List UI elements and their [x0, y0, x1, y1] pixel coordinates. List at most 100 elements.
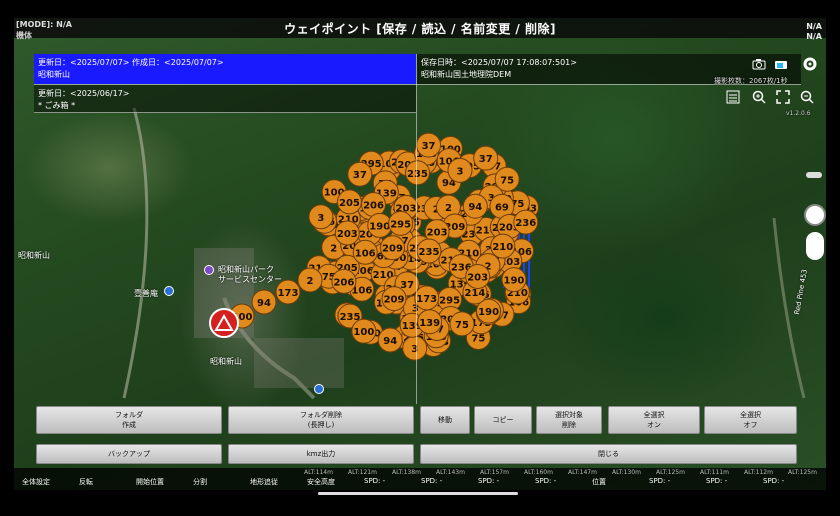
fit-screen-icon[interactable]	[776, 90, 790, 107]
waypoint-number: 173	[278, 288, 299, 299]
bottom-nav-item[interactable]: 反転	[79, 477, 93, 487]
bottom-nav-item[interactable]: SPD: -	[706, 477, 727, 485]
altitude-label: ALT:121m	[348, 469, 377, 476]
waypoint-marker[interactable]: 75	[449, 311, 475, 337]
waypoint-marker[interactable]: 3	[447, 157, 473, 183]
waypoint-number: 37	[353, 170, 367, 181]
home-indicator[interactable]	[318, 492, 518, 495]
waypoint-marker[interactable]: 209	[379, 235, 405, 261]
waypoint-marker[interactable]: 209	[381, 286, 407, 312]
bottom-nav-item[interactable]: SPD: -	[364, 477, 385, 485]
shot-count-label: 撮影枚数：2067枚/1秒	[714, 77, 788, 85]
folder-create-button[interactable]: フォルダ 作成	[36, 406, 222, 434]
bottom-nav-item[interactable]: SPD: -	[421, 477, 442, 485]
waypoint-marker[interactable]: 210	[490, 233, 516, 259]
shutter-button[interactable]	[804, 204, 826, 226]
poi-park-icon	[204, 265, 214, 275]
waypoint-marker[interactable]: 190	[501, 267, 527, 293]
select-all-on-button[interactable]: 全選択 オン	[608, 406, 700, 434]
bottom-nav-item[interactable]: SPD: -	[478, 477, 499, 485]
folder-item-showa[interactable]: 更新日：<2025/07/07> 作成日：<2025/07/07> 昭和新山	[34, 54, 416, 84]
move-button[interactable]: 移動	[420, 406, 470, 434]
bottom-nav-item[interactable]: 安全高度	[307, 477, 335, 487]
waypoint-marker[interactable]: 3	[308, 204, 334, 230]
waypoint-marker[interactable]: 235	[404, 160, 430, 186]
copy-button[interactable]: コピー	[474, 406, 532, 434]
waypoint-marker[interactable]: 173	[414, 285, 440, 311]
waypoint-number: 94	[383, 336, 397, 347]
close-button[interactable]: 閉じる	[420, 444, 797, 464]
bottom-nav-item[interactable]: 全体設定	[22, 477, 50, 487]
page-title: ウェイポイント [保存 / 読込 / 名前変更 / 削除]	[284, 21, 556, 36]
folder-item-trash[interactable]: 更新日：<2025/06/17> * ごみ箱 *	[34, 85, 416, 113]
waypoint-marker[interactable]: 190	[367, 212, 393, 238]
waypoint-number: 2	[330, 243, 337, 254]
kmz-export-button[interactable]: kmz出力	[228, 444, 414, 464]
waypoint-number: 205	[339, 198, 360, 209]
waypoint-marker[interactable]: 203	[334, 220, 360, 246]
folder-dates: 更新日：<2025/07/07> 作成日：<2025/07/07>	[38, 58, 224, 67]
waypoint-marker[interactable]: 2	[297, 267, 323, 293]
button-label: (長押し)	[307, 421, 335, 429]
waypoint-number: 295	[390, 219, 411, 230]
waypoint-number: 209	[382, 244, 403, 255]
bottom-nav-bar: 全体設定 反転 開始位置 分割 地形追従 安全高度 SPD: - SPD: - SPD: - SP…	[14, 468, 826, 490]
camera-icon[interactable]	[752, 58, 766, 73]
bottom-nav-item[interactable]: SPD: -	[535, 477, 556, 485]
home-point-marker[interactable]	[209, 308, 239, 338]
waypoint-marker[interactable]: 139	[417, 309, 443, 335]
waypoint-number: 75	[500, 175, 514, 186]
button-label: 閉じる	[598, 450, 619, 458]
waypoint-marker[interactable]: 205	[336, 189, 362, 215]
waypoint-marker[interactable]: 236	[513, 209, 539, 235]
waypoint-marker[interactable]: 37	[416, 132, 442, 158]
waypoint-marker[interactable]: 37	[347, 161, 373, 187]
select-all-off-button[interactable]: 全選択 オフ	[704, 406, 797, 434]
camera-check-icon[interactable]	[774, 58, 788, 73]
list-icon[interactable]	[726, 90, 740, 107]
waypoint-marker[interactable]: 106	[352, 239, 378, 265]
delete-selected-button[interactable]: 選択対象 削除	[536, 406, 602, 434]
waypoint-marker[interactable]: 206	[361, 191, 387, 217]
na-label-1: N/A	[806, 22, 822, 31]
waypoint-marker[interactable]: 100	[351, 318, 377, 344]
waypoint-marker[interactable]: 75	[494, 166, 520, 192]
waypoint-number: 3	[411, 344, 418, 355]
altitude-label: ALT:138m	[392, 469, 421, 476]
waypoint-number: 295	[439, 295, 460, 306]
bottom-nav-item[interactable]: 開始位置	[136, 477, 164, 487]
zoom-in-icon[interactable]	[752, 90, 766, 107]
bottom-nav-item[interactable]: SPD: -	[763, 477, 784, 485]
folder-name: 昭和新山	[38, 70, 70, 79]
bottom-nav-item[interactable]: SPD: -	[649, 477, 670, 485]
bottom-nav-item[interactable]: 地形追従	[250, 477, 278, 487]
backup-button[interactable]: バックアップ	[36, 444, 222, 464]
button-label: フォルダ削除	[300, 411, 342, 419]
button-label: 作成	[122, 421, 136, 429]
waypoint-marker[interactable]: 3	[402, 335, 428, 361]
waypoint-number: 236	[515, 218, 536, 229]
button-label: kmz出力	[306, 450, 336, 458]
waypoint-number: 2	[445, 203, 452, 214]
waypoint-marker[interactable]: 295	[388, 210, 414, 236]
altitude-label: ALT:143m	[436, 469, 465, 476]
toggle-switch[interactable]	[806, 172, 822, 178]
mode-slider[interactable]	[806, 232, 824, 260]
waypoint-number: 94	[468, 202, 482, 213]
bottom-nav-item[interactable]: 位置	[592, 477, 606, 487]
altitude-label: ALT:130m	[612, 469, 641, 476]
waypoint-number: 214	[464, 288, 485, 299]
mode-label: [MODE]: N/A	[16, 20, 72, 29]
altitude-label: ALT:147m	[568, 469, 597, 476]
waypoint-number: 190	[369, 221, 390, 232]
waypoint-marker[interactable]: 206	[331, 268, 357, 294]
waypoint-number: 106	[355, 248, 376, 259]
waypoint-marker[interactable]: 203	[465, 264, 491, 290]
bottom-nav-item[interactable]: 分割	[193, 477, 207, 487]
waypoint-marker[interactable]: 37	[473, 145, 499, 171]
waypoint-marker[interactable]: 94	[377, 327, 403, 353]
folder-delete-button[interactable]: フォルダ削除 (長押し)	[228, 406, 414, 434]
waypoint-marker[interactable]: 94	[462, 193, 488, 219]
waypoint-marker[interactable]: 94	[251, 289, 277, 315]
waypoint-marker[interactable]: 235	[416, 238, 442, 264]
